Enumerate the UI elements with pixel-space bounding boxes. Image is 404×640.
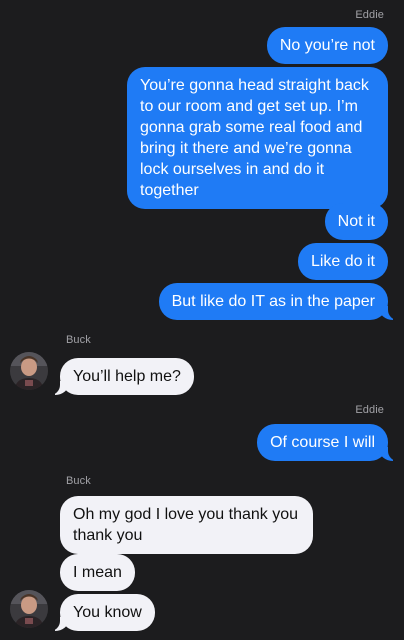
- sender-name-buck: Buck: [66, 334, 91, 346]
- contact-avatar[interactable]: [10, 590, 48, 628]
- message-thread[interactable]: Eddie No you’re not You’re gonna head st…: [0, 0, 404, 640]
- message-bubble-outgoing[interactable]: Like do it: [297, 243, 388, 280]
- message-bubble-incoming[interactable]: You know: [49, 594, 155, 631]
- sender-name-eddie: Eddie: [355, 9, 384, 21]
- message-bubble-outgoing[interactable]: You’re gonna head straight back to our r…: [127, 67, 388, 209]
- message-bubble-outgoing[interactable]: Not it: [324, 203, 388, 240]
- message-bubble-incoming[interactable]: Oh my god I love you thank you thank you: [60, 496, 313, 554]
- message-bubble-incoming[interactable]: I mean: [60, 554, 135, 591]
- message-bubble-outgoing[interactable]: Of course I will: [257, 424, 399, 461]
- contact-avatar[interactable]: [10, 352, 48, 390]
- avatar-icon: [10, 590, 48, 628]
- avatar-icon: [10, 352, 48, 390]
- sender-name-eddie: Eddie: [355, 404, 384, 416]
- message-bubble-outgoing[interactable]: No you’re not: [266, 27, 388, 64]
- message-bubble-outgoing[interactable]: But like do IT as in the paper: [158, 283, 400, 320]
- message-bubble-incoming[interactable]: You’ll help me?: [49, 358, 194, 395]
- sender-name-buck: Buck: [66, 475, 91, 487]
